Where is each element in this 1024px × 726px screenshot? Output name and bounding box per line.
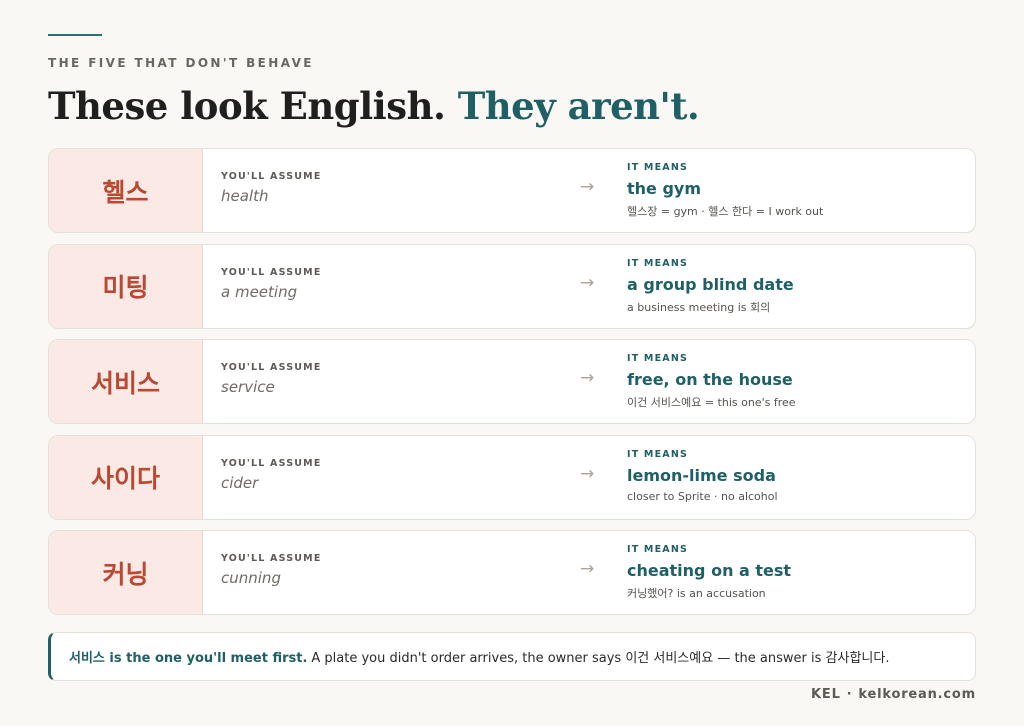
usage-note: closer to Sprite · no alcohol [627,489,778,503]
assumed-meaning: cunning [221,569,281,587]
title-main: These look English. [48,84,446,128]
means-block: IT MEANS lemon-lime soda closer to Sprit… [627,449,778,503]
usage-note: 이건 서비스예요 = this one's free [627,396,796,409]
word-card: 미팅 YOU'LL ASSUME a meeting → IT MEANS a … [48,243,976,329]
means-label: IT MEANS [627,162,689,173]
word-card: 헬스 YOU'LL ASSUME health → IT MEANS the g… [48,148,976,233]
arrow-icon: → [580,177,595,197]
arrow-icon: → [580,559,595,579]
korean-word: 커닝 [49,531,203,614]
korean-word: 미팅 [49,244,203,328]
word-card: 서비스 YOU'LL ASSUME service → IT MEANS fre… [48,339,976,424]
actual-meaning: free, on the house [627,370,793,389]
assumed-meaning: service [221,378,275,396]
actual-meaning: a group blind date [627,274,794,294]
arrow-icon: → [580,272,595,293]
assume-label: YOU'LL ASSUME [221,553,322,564]
means-block: IT MEANS cheating on a test 커닝했어? is an … [627,544,791,601]
usage-note: 헬스장 = gym · 헬스 한다 = I work out [627,205,824,218]
top-accent-rule [48,34,102,36]
tip-callout: 서비스 is the one you'll meet first. A plat… [48,632,976,681]
assumed-meaning: a meeting [221,282,298,301]
title-accent: They aren't. [457,84,700,128]
assume-label: YOU'LL ASSUME [221,362,322,373]
assume-block: YOU'LL ASSUME cider [221,458,322,492]
actual-meaning: cheating on a test [627,561,792,580]
assumed-meaning: health [221,187,269,205]
means-label: IT MEANS [627,353,689,364]
word-card: 사이다 YOU'LL ASSUME cider → IT MEANS lemon… [48,434,976,520]
means-block: IT MEANS a group blind date a business m… [627,258,794,315]
assume-label: YOU'LL ASSUME [221,266,322,278]
assume-label: YOU'LL ASSUME [221,171,322,182]
brand-name: KEL [811,687,841,702]
means-block: IT MEANS the gym 헬스장 = gym · 헬스 한다 = I w… [627,162,823,219]
means-label: IT MEANS [627,448,689,460]
eyebrow-label: THE FIVE THAT DON'T BEHAVE [48,56,314,70]
footer-brand: KEL · kelkorean.com [811,687,976,702]
actual-meaning: the gym [627,179,702,198]
arrow-icon: → [580,463,595,484]
korean-word: 사이다 [49,435,203,519]
page-title: These look English. They aren't. [48,84,700,128]
usage-note: a business meeting is 회의 [627,300,771,314]
site-link[interactable]: kelkorean.com [858,687,976,702]
assumed-meaning: cider [221,473,259,492]
assume-label: YOU'LL ASSUME [221,457,322,469]
assume-block: YOU'LL ASSUME a meeting [221,267,322,301]
means-block: IT MEANS free, on the house 이건 서비스예요 = t… [627,353,796,410]
word-card-list: 헬스 YOU'LL ASSUME health → IT MEANS the g… [48,148,976,626]
footer-separator: · [846,687,853,702]
korean-word: 헬스 [49,149,203,232]
callout-body: A plate you didn't order arrives, the ow… [311,651,890,666]
assume-block: YOU'LL ASSUME service [221,362,322,396]
arrow-icon: → [580,368,595,388]
usage-note: 커닝했어? is an accusation [627,587,766,600]
means-label: IT MEANS [627,257,689,269]
word-card: 커닝 YOU'LL ASSUME cunning → IT MEANS chea… [48,530,976,615]
assume-block: YOU'LL ASSUME health [221,171,322,205]
actual-meaning: lemon-lime soda [627,465,776,485]
callout-lead: 서비스 is the one you'll meet first. [69,651,308,666]
assume-block: YOU'LL ASSUME cunning [221,553,322,587]
korean-word: 서비스 [49,340,203,423]
means-label: IT MEANS [627,544,689,555]
